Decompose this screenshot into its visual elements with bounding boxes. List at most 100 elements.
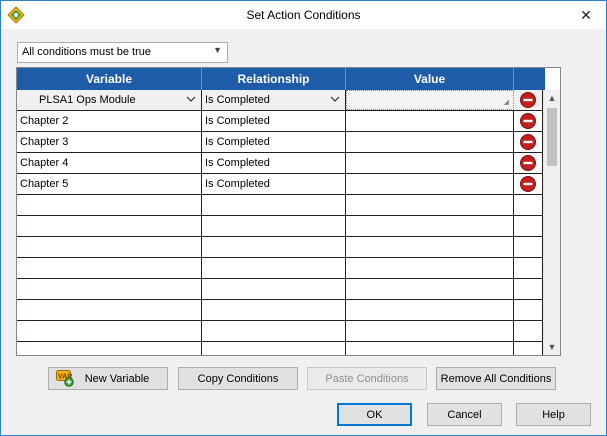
new-variable-button[interactable]: VAR New Variable	[48, 367, 168, 390]
delete-cell[interactable]	[514, 300, 543, 320]
relationship-cell[interactable]	[202, 342, 346, 355]
delete-cell[interactable]	[514, 216, 543, 236]
variable-cell[interactable]	[17, 321, 202, 341]
value-cell[interactable]	[346, 237, 514, 257]
paste-conditions-button[interactable]: Paste Conditions	[307, 367, 427, 390]
variable-cell[interactable]	[17, 216, 202, 236]
scrollbar-thumb[interactable]	[547, 108, 557, 166]
remove-all-conditions-button[interactable]: Remove All Conditions	[436, 367, 556, 390]
empty-table-row[interactable]	[17, 258, 545, 279]
value-cell[interactable]	[346, 279, 514, 299]
chevron-down-icon	[186, 96, 196, 102]
value-cell[interactable]	[346, 216, 514, 236]
title-bar: Set Action Conditions ✕	[1, 1, 606, 29]
empty-table-row[interactable]	[17, 300, 545, 321]
relationship-cell[interactable]	[202, 300, 346, 320]
table-row[interactable]: PLSA1 Ops Module Is Completed ◢	[17, 90, 545, 111]
variable-cell[interactable]: Chapter 5	[17, 174, 202, 194]
delete-cell[interactable]	[514, 342, 543, 355]
scroll-down-icon[interactable]: ▼	[544, 339, 560, 355]
value-cell[interactable]	[346, 153, 514, 173]
variable-cell[interactable]	[17, 342, 202, 355]
variable-cell[interactable]: Chapter 3	[17, 132, 202, 152]
relationship-cell[interactable]	[202, 195, 346, 215]
variable-cell[interactable]: Chapter 4	[17, 153, 202, 173]
relationship-cell[interactable]	[202, 258, 346, 278]
remove-condition-button[interactable]	[514, 111, 543, 131]
close-icon: ✕	[580, 6, 592, 23]
condition-mode-select[interactable]: All conditions must be true ▼	[17, 42, 228, 63]
variable-cell[interactable]	[17, 279, 202, 299]
set-action-conditions-dialog: Set Action Conditions ✕ All conditions m…	[0, 0, 607, 436]
empty-table-row[interactable]	[17, 342, 545, 355]
delete-cell[interactable]	[514, 258, 543, 278]
relationship-cell[interactable]: Is Completed	[202, 153, 346, 173]
variable-cell[interactable]: Chapter 2	[17, 111, 202, 131]
value-cell[interactable]	[346, 174, 514, 194]
delete-cell[interactable]	[514, 321, 543, 341]
empty-table-row[interactable]	[17, 321, 545, 342]
empty-table-row[interactable]	[17, 279, 545, 300]
empty-table-row[interactable]	[17, 237, 545, 258]
table-row[interactable]: Chapter 4 Is Completed	[17, 153, 545, 174]
remove-condition-icon	[520, 134, 536, 150]
empty-table-row[interactable]	[17, 195, 545, 216]
value-input[interactable]: ◢	[346, 90, 514, 110]
delete-cell[interactable]	[514, 195, 543, 215]
empty-table-row[interactable]	[17, 216, 545, 237]
close-button[interactable]: ✕	[566, 1, 606, 29]
chevron-down-icon: ▼	[213, 45, 222, 55]
table-row[interactable]: Chapter 3 Is Completed	[17, 132, 545, 153]
value-cell[interactable]	[346, 321, 514, 341]
value-cell[interactable]	[346, 258, 514, 278]
remove-condition-icon	[520, 113, 536, 129]
remove-condition-icon	[520, 155, 536, 171]
relationship-cell[interactable]: Is Completed	[202, 111, 346, 131]
scroll-up-icon[interactable]: ▲	[544, 90, 560, 106]
help-button[interactable]: Help	[516, 403, 591, 426]
relationship-cell[interactable]	[202, 321, 346, 341]
remove-condition-button[interactable]	[514, 90, 543, 110]
column-header-delete	[514, 68, 543, 90]
variable-select[interactable]: PLSA1 Ops Module	[17, 90, 202, 110]
remove-condition-icon	[520, 92, 536, 108]
value-cell[interactable]	[346, 300, 514, 320]
cancel-button[interactable]: Cancel	[427, 403, 502, 426]
value-cell[interactable]	[346, 111, 514, 131]
remove-condition-button[interactable]	[514, 174, 543, 194]
var-icon: VAR	[56, 370, 74, 387]
value-cell[interactable]	[346, 132, 514, 152]
table-row[interactable]: Chapter 5 Is Completed	[17, 174, 545, 195]
variable-cell[interactable]	[17, 237, 202, 257]
relationship-cell[interactable]	[202, 216, 346, 236]
remove-condition-button[interactable]	[514, 132, 543, 152]
value-cell[interactable]	[346, 342, 514, 355]
column-header-variable[interactable]: Variable	[17, 68, 202, 90]
delete-cell[interactable]	[514, 237, 543, 257]
variable-cell[interactable]	[17, 300, 202, 320]
relationship-cell[interactable]: Is Completed	[202, 174, 346, 194]
relationship-select[interactable]: Is Completed	[202, 90, 346, 110]
delete-cell[interactable]	[514, 279, 543, 299]
column-header-value[interactable]: Value	[346, 68, 514, 90]
grid-header: Variable Relationship Value	[17, 68, 545, 90]
conditions-grid: Variable Relationship Value PLSA1 Ops Mo…	[16, 67, 561, 356]
table-row[interactable]: Chapter 2 Is Completed	[17, 111, 545, 132]
variable-cell[interactable]	[17, 195, 202, 215]
copy-conditions-button[interactable]: Copy Conditions	[178, 367, 298, 390]
resize-grip-icon: ◢	[503, 99, 509, 106]
remove-condition-icon	[520, 176, 536, 192]
value-cell[interactable]	[346, 195, 514, 215]
column-header-relationship[interactable]: Relationship	[202, 68, 346, 90]
grid-rows: PLSA1 Ops Module Is Completed ◢ Chapter …	[17, 90, 545, 355]
ok-button[interactable]: OK	[337, 403, 412, 426]
remove-condition-button[interactable]	[514, 153, 543, 173]
variable-cell[interactable]	[17, 258, 202, 278]
new-variable-label: New Variable	[84, 372, 150, 385]
relationship-cell[interactable]	[202, 279, 346, 299]
relationship-cell[interactable]: Is Completed	[202, 132, 346, 152]
variable-cell: PLSA1 Ops Module	[39, 94, 136, 106]
relationship-cell[interactable]	[202, 237, 346, 257]
relationship-cell: Is Completed	[205, 94, 270, 106]
vertical-scrollbar[interactable]: ▲ ▼	[543, 90, 560, 355]
